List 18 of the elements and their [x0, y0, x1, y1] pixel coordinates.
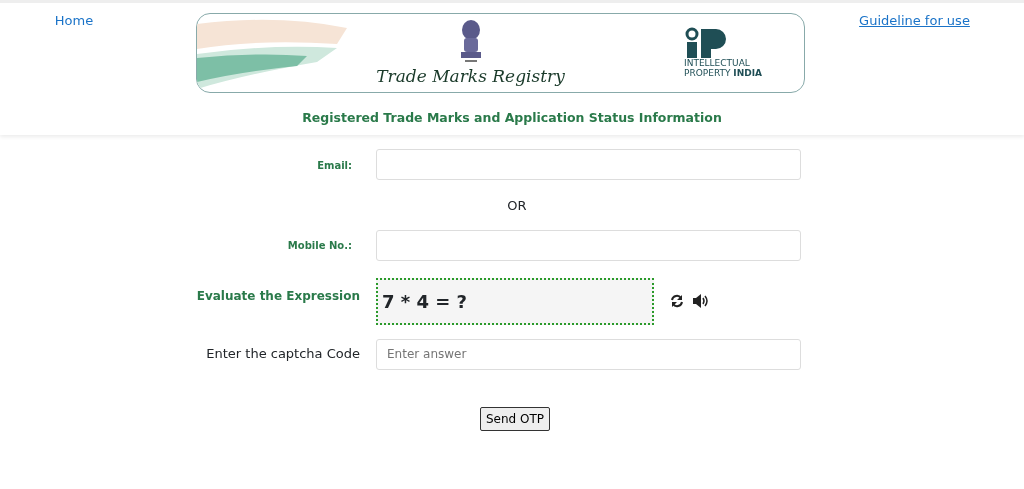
or-separator: OR	[507, 197, 527, 215]
ip-logo-icon	[684, 27, 728, 60]
email-field[interactable]	[376, 149, 801, 180]
home-link[interactable]: Home	[54, 11, 94, 31]
answer-field[interactable]: Enter answer	[376, 338, 801, 370]
ip-india-text: INTELLECTUAL PROPERTY INDIA	[684, 59, 763, 79]
guideline-link[interactable]: Guideline for use	[859, 11, 970, 31]
send-otp-button[interactable]: Send OTP	[479, 406, 551, 431]
page-subtitle: Registered Trade Marks and Application Status Information	[302, 109, 722, 127]
mobile-field[interactable]	[376, 229, 801, 261]
mobile-label: Mobile No.:	[287, 240, 352, 252]
refresh-icon[interactable]	[670, 293, 684, 308]
captcha-label: Evaluate the Expression	[196, 288, 360, 303]
email-label: Email:	[317, 159, 352, 171]
captcha-image: 7 * 4 = ?	[376, 277, 654, 325]
registry-title: Trade Marks Registry	[376, 65, 565, 88]
speaker-icon[interactable]	[692, 293, 710, 308]
answer-label: Enter the captcha Code	[206, 346, 360, 362]
